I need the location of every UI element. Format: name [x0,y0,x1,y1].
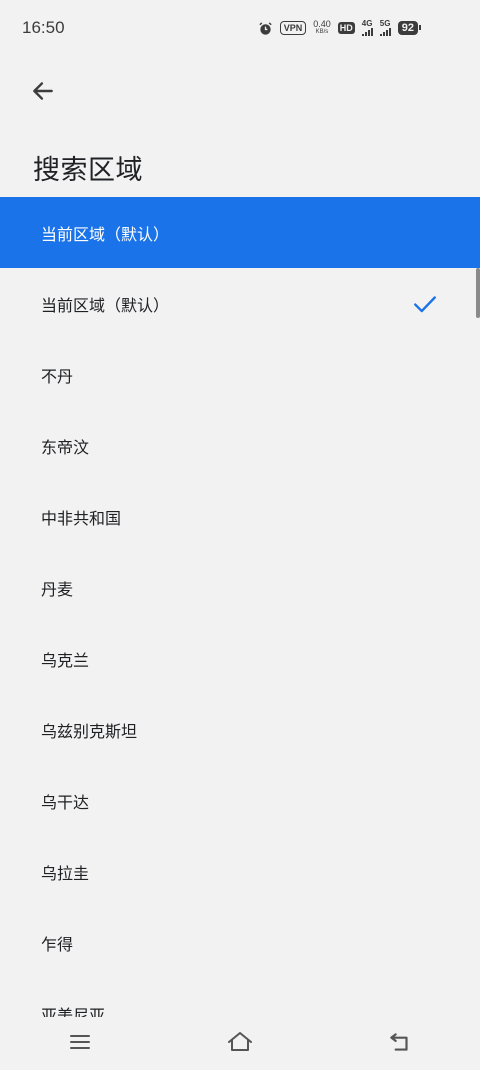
list-item-label: 乍得 [41,934,74,954]
alarm-icon [259,21,272,35]
home-icon [228,1032,252,1051]
signal-4g-label: 4G [361,19,373,28]
list-item-label: 不丹 [41,366,74,386]
menu-icon [70,1035,90,1049]
back-nav-button[interactable] [380,1022,420,1062]
list-item-label: 当前区域（默认） [41,295,170,315]
home-button[interactable] [220,1022,260,1062]
arrow-left-icon [33,82,53,100]
list-item-label: 中非共和国 [41,508,122,528]
status-time: 16:50 [22,18,65,37]
return-icon [390,1033,408,1051]
network-speed-unit: KB/s [315,29,329,35]
list-item[interactable]: 丹麦 [0,552,480,623]
list-item-label: 乌克兰 [41,650,90,670]
hd-badge: HD [337,22,355,34]
list-item-label: 乌拉圭 [41,863,90,883]
system-navigation-bar [0,1014,480,1070]
signal-5g: 5G [379,19,391,36]
checkmark-icon [414,295,436,312]
list-item-label: 乌兹别克斯坦 [41,721,138,741]
menu-button[interactable] [60,1022,100,1062]
list-item[interactable]: 乍得 [0,907,480,978]
status-bar: 16:50 VPN 0.40 KB/s HD 4G 5G 92 [0,0,480,56]
current-selection-header[interactable]: 当前区域（默认） [0,197,480,268]
current-selection-label: 当前区域（默认） [41,224,170,244]
signal-bars-icon [379,28,391,36]
signal-5g-label: 5G [379,19,391,28]
page-title: 搜索区域 [33,155,143,186]
list-item-label: 丹麦 [41,579,74,599]
status-icons: VPN 0.40 KB/s HD 4G 5G 92 [258,18,422,38]
signal-4g: 4G [361,19,373,36]
network-speed-value: 0.40 [313,19,331,29]
scrollbar[interactable] [476,268,480,318]
list-item[interactable]: 中非共和国 [0,481,480,552]
back-button[interactable] [26,74,60,108]
region-list[interactable]: 当前区域（默认） 当前区域（默认） 不丹 东帝汶 中非共和国 丹麦 乌克兰 乌兹… [0,197,480,1017]
signal-bars-icon [361,28,373,36]
battery-indicator: 92 [397,21,422,35]
vpn-badge: VPN [279,21,307,35]
list-item[interactable]: 亚美尼亚 [0,978,480,1018]
list-item-current-region[interactable]: 当前区域（默认） [0,268,480,339]
list-item[interactable]: 不丹 [0,339,480,410]
list-item-label: 东帝汶 [41,437,90,457]
list-item-label: 乌干达 [41,792,90,812]
network-speed: 0.40 KB/s [313,20,331,36]
list-item[interactable]: 东帝汶 [0,410,480,481]
list-item[interactable]: 乌兹别克斯坦 [0,694,480,765]
list-item[interactable]: 乌拉圭 [0,836,480,907]
list-item[interactable]: 乌克兰 [0,623,480,694]
list-item[interactable]: 乌干达 [0,765,480,836]
